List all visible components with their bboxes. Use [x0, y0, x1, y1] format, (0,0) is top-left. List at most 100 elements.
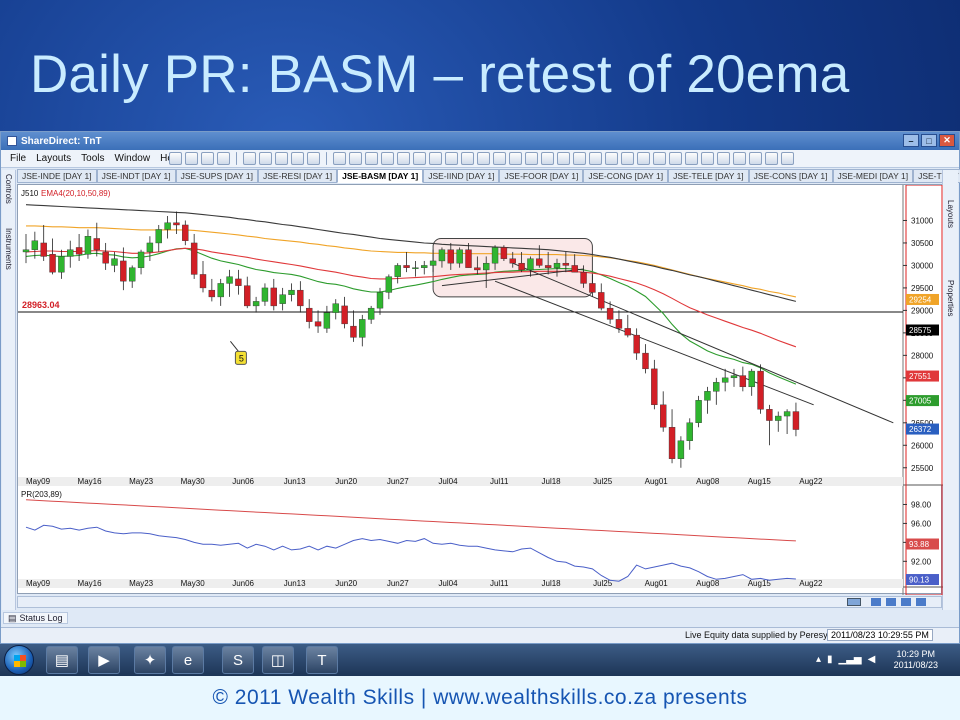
- battery-icon[interactable]: ▮: [827, 654, 833, 665]
- toolbar-button[interactable]: [669, 152, 682, 165]
- horizontal-level-label: 28963.04: [22, 300, 60, 310]
- start-button[interactable]: [4, 645, 34, 675]
- sidebar-right: Layouts Properties: [942, 170, 958, 610]
- zoom-control[interactable]: [871, 598, 881, 606]
- tnt-icon[interactable]: T: [306, 646, 338, 674]
- toolbar-button[interactable]: [733, 152, 746, 165]
- toolbar-button[interactable]: [291, 152, 304, 165]
- candle-body: [421, 265, 428, 268]
- toolbar-button[interactable]: [413, 152, 426, 165]
- tab-jse-medi[interactable]: JSE-MEDI [DAY 1]: [832, 169, 914, 183]
- toolbar-button[interactable]: [653, 152, 666, 165]
- volume-icon[interactable]: ◀: [868, 654, 876, 665]
- toolbar-button[interactable]: [397, 152, 410, 165]
- toolbar-button[interactable]: [557, 152, 570, 165]
- candle: [757, 364, 764, 414]
- candle-body: [297, 289, 304, 307]
- tab-jse-indt[interactable]: JSE-INDT [DAY 1]: [96, 169, 176, 183]
- x-tick-label: Aug01: [645, 579, 669, 588]
- tab-jse-cons[interactable]: JSE-CONS [DAY 1]: [748, 169, 833, 183]
- zoom-control[interactable]: [886, 598, 896, 606]
- media-icon[interactable]: ▶: [88, 646, 120, 674]
- menu-window[interactable]: Window: [110, 153, 156, 164]
- instruments-panel-tab[interactable]: Instruments: [4, 228, 13, 270]
- pr-line: [25, 524, 796, 582]
- toolbar-button[interactable]: [217, 152, 230, 165]
- candle-body: [84, 236, 92, 255]
- price-chart[interactable]: 2550026000265002700027500280002850029000…: [18, 185, 943, 595]
- tab-jse-basm[interactable]: JSE-BASM [DAY 1]: [337, 169, 424, 183]
- tab-jse-iind[interactable]: JSE-IIND [DAY 1]: [423, 169, 500, 183]
- toolbar-button[interactable]: [201, 152, 214, 165]
- toolbar-button[interactable]: [333, 152, 346, 165]
- toolbar-button[interactable]: [573, 152, 586, 165]
- pdf-icon[interactable]: ◫: [262, 646, 294, 674]
- x-tick-label: May16: [78, 477, 103, 486]
- explorer-icon[interactable]: ▤: [46, 646, 78, 674]
- menu-tools[interactable]: Tools: [76, 153, 109, 164]
- skype-icon[interactable]: S: [222, 646, 254, 674]
- minimize-icon[interactable]: –: [903, 134, 919, 147]
- properties-panel-tab[interactable]: Properties: [946, 280, 955, 316]
- candle-body: [75, 247, 83, 255]
- candle-body: [49, 253, 56, 273]
- toolbar-button[interactable]: [461, 152, 474, 165]
- toolbar-button[interactable]: [685, 152, 698, 165]
- system-tray: ▴ ▮ ▁▃▅ ◀ 10:29 PM 2011/08/23: [812, 646, 952, 674]
- toolbar-button[interactable]: [349, 152, 362, 165]
- close-icon[interactable]: ✕: [939, 134, 955, 147]
- tray-up-arrow-icon[interactable]: ▴: [816, 654, 821, 665]
- layouts-panel-tab[interactable]: Layouts: [946, 200, 955, 228]
- toolbar-button[interactable]: [765, 152, 778, 165]
- toolbar-button[interactable]: [493, 152, 506, 165]
- toolbar-button[interactable]: [307, 152, 320, 165]
- toolbar-button[interactable]: [717, 152, 730, 165]
- chart-area[interactable]: 2550026000265002700027500280002850029000…: [17, 184, 943, 595]
- toolbar-button[interactable]: [365, 152, 378, 165]
- clock[interactable]: 10:29 PM 2011/08/23: [894, 649, 938, 671]
- tab-jse-cong[interactable]: JSE-CONG [DAY 1]: [583, 169, 669, 183]
- price-tick-label: 29000: [911, 306, 934, 315]
- toolbar-button[interactable]: [525, 152, 538, 165]
- menu-layouts[interactable]: Layouts: [31, 153, 76, 164]
- toolbar-button[interactable]: [429, 152, 442, 165]
- toolbar-button[interactable]: [381, 152, 394, 165]
- toolbar-button[interactable]: [541, 152, 554, 165]
- tab-jse-foor[interactable]: JSE-FOOR [DAY 1]: [499, 169, 584, 183]
- network-icon[interactable]: ▁▃▅: [839, 654, 862, 665]
- maximize-icon[interactable]: □: [921, 134, 937, 147]
- toolbar-button[interactable]: [275, 152, 288, 165]
- zoom-control[interactable]: [901, 598, 911, 606]
- toolbar-button[interactable]: [185, 152, 198, 165]
- menu-file[interactable]: File: [5, 153, 31, 164]
- toolbar-button[interactable]: [445, 152, 458, 165]
- horizontal-scrollbar[interactable]: [17, 596, 942, 608]
- scrollbar-thumb[interactable]: [847, 598, 861, 606]
- x-tick-label: Jun06: [232, 579, 254, 588]
- toolbar-button[interactable]: [781, 152, 794, 165]
- candle-body: [544, 265, 552, 268]
- x-tick-label: May23: [129, 579, 154, 588]
- candle-body: [111, 258, 118, 266]
- tab-jse-sups[interactable]: JSE-SUPS [DAY 1]: [175, 169, 258, 183]
- controls-panel-tab[interactable]: Controls: [4, 174, 13, 204]
- app-icon[interactable]: ✦: [134, 646, 166, 674]
- toolbar-button[interactable]: [259, 152, 272, 165]
- tab-jse-resi[interactable]: JSE-RESI [DAY 1]: [258, 169, 338, 183]
- toolbar-button[interactable]: [243, 152, 256, 165]
- toolbar-button[interactable]: [169, 152, 182, 165]
- status-log-tab[interactable]: ▤ Status Log: [3, 612, 68, 624]
- toolbar-button[interactable]: [637, 152, 650, 165]
- toolbar-button[interactable]: [589, 152, 602, 165]
- toolbar-button[interactable]: [621, 152, 634, 165]
- tab-jse-inde[interactable]: JSE-INDE [DAY 1]: [17, 169, 97, 183]
- ie-icon[interactable]: e: [172, 646, 204, 674]
- tab-jse-tele[interactable]: JSE-TELE [DAY 1]: [668, 169, 749, 183]
- toolbar-button[interactable]: [477, 152, 490, 165]
- candle-body: [31, 240, 39, 250]
- toolbar-button[interactable]: [701, 152, 714, 165]
- toolbar-button[interactable]: [509, 152, 522, 165]
- toolbar-button[interactable]: [605, 152, 618, 165]
- zoom-control[interactable]: [916, 598, 926, 606]
- toolbar-button[interactable]: [749, 152, 762, 165]
